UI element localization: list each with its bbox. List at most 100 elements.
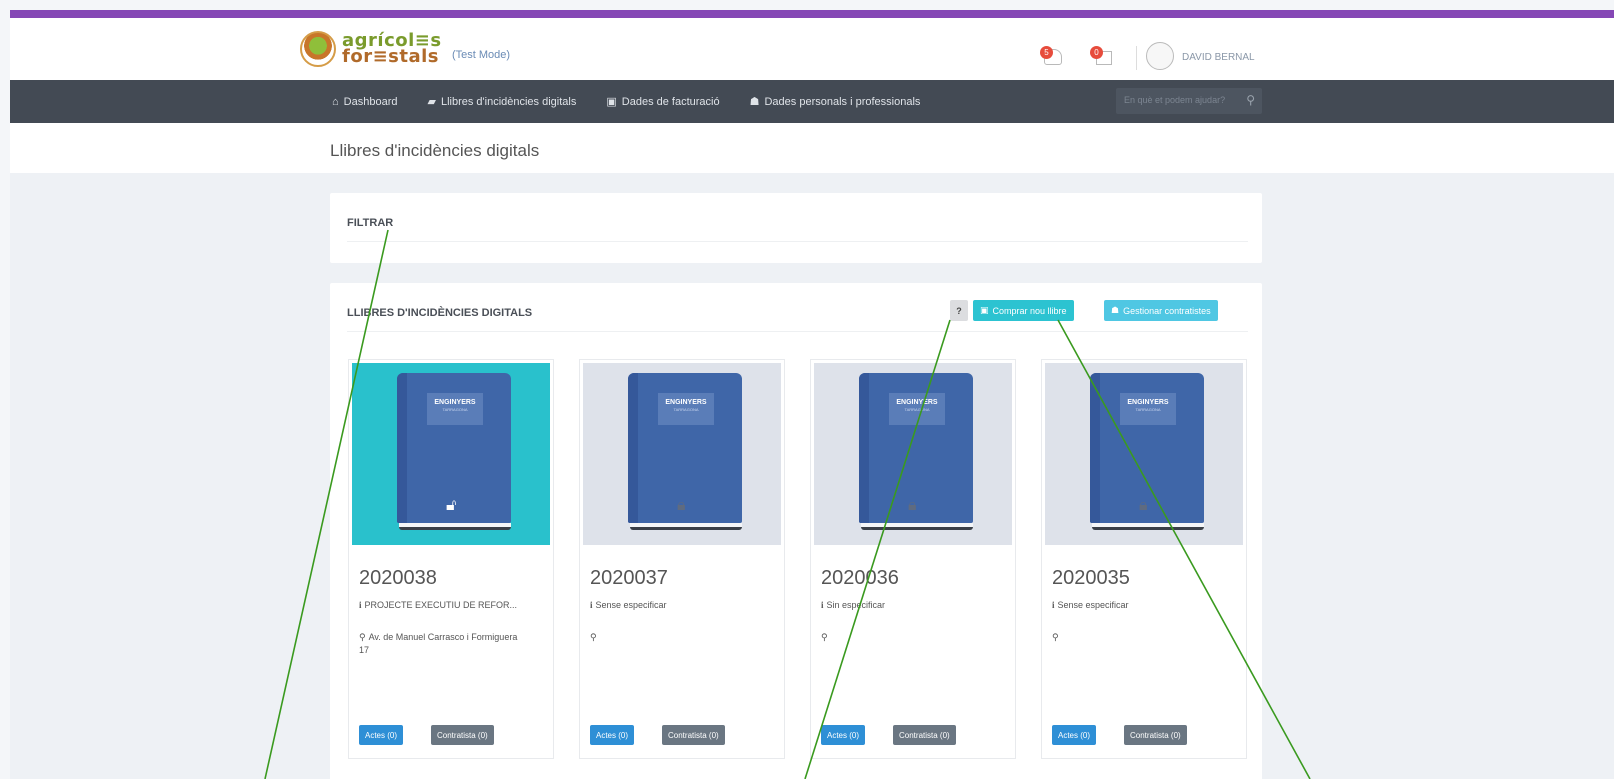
book-card[interactable]: ENGINYERS TARRAGONA 🔓︎ 2020038 i PROJECTE …: [348, 359, 554, 759]
book-description-text: Sin especificar: [826, 600, 886, 610]
book-description: i Sense especificar: [1052, 600, 1129, 610]
actes-button[interactable]: Actes (0): [821, 725, 866, 745]
book-card[interactable]: ENGINYERS TARRAGONA 🔒︎ 2020036 i Sin espec…: [810, 359, 1016, 759]
buy-new-book-button[interactable]: ▣ Comprar nou llibre: [973, 300, 1074, 321]
book-description-text: PROJECTE EXECUTIU DE REFOR...: [364, 600, 518, 610]
book-address-text: Av. de Manuel Carrasco i Formiguera 17: [359, 632, 518, 655]
cover-brand: ENGINYERS: [434, 399, 476, 406]
book-cover[interactable]: ENGINYERS TARRAGONA 🔒︎: [583, 363, 781, 545]
book-address: ⚲: [590, 631, 750, 644]
cover-brand: ENGINYERS: [896, 399, 938, 406]
book-card[interactable]: ENGINYERS TARRAGONA 🔒︎ 2020037 i Sense esp…: [579, 359, 785, 759]
tree-logo-icon: [300, 31, 336, 67]
books-panel: LLIBRES D'INCIDÈNCIES DIGITALS ? ▣ Compr…: [330, 283, 1262, 779]
top-header: agrícol≡s for≡stals (Test Mode) 5 0 DAVI…: [10, 18, 1614, 80]
money-icon: ▣: [606, 96, 617, 108]
lock-icon: 🔒︎: [677, 497, 686, 514]
app-window: agrícol≡s for≡stals (Test Mode) 5 0 DAVI…: [10, 10, 1614, 779]
nav-label: Dades de facturació: [621, 95, 720, 108]
divider: [347, 331, 1248, 332]
cover-sub: TARRAGONA: [1135, 407, 1161, 412]
book-cover[interactable]: ENGINYERS TARRAGONA 🔓︎: [352, 363, 550, 545]
book-description-text: Sense especificar: [1057, 600, 1129, 610]
map-pin-icon: ⚲: [359, 632, 366, 642]
help-search-input[interactable]: En què et podem ajudar? ⚲: [1116, 88, 1262, 114]
calendar-button[interactable]: 0: [1090, 46, 1114, 66]
header-divider: [1136, 46, 1137, 70]
book-description-text: Sense especificar: [595, 600, 667, 610]
home-icon: ⌂: [332, 95, 339, 108]
book-icon: ▰: [427, 96, 436, 108]
filter-panel-title[interactable]: FILTRAR: [347, 217, 393, 229]
book-address: ⚲: [1052, 631, 1212, 644]
actes-button[interactable]: Actes (0): [590, 725, 635, 745]
cover-sub: TARRAGONA: [442, 407, 468, 412]
top-accent-bar: [10, 10, 1614, 18]
actes-button[interactable]: Actes (0): [1052, 725, 1097, 745]
contratista-button[interactable]: Contratista (0): [662, 725, 725, 745]
map-pin-icon: ⚲: [590, 632, 597, 642]
book-number: 2020038: [359, 567, 437, 589]
cover-brand: ENGINYERS: [665, 399, 707, 406]
info-icon: i: [359, 600, 362, 610]
book-description: i PROJECTE EXECUTIU DE REFOR...: [359, 600, 517, 610]
filter-panel: FILTRAR: [330, 193, 1262, 263]
logo-wordmark: agrícol≡s for≡stals: [342, 30, 442, 67]
brand-logo[interactable]: agrícol≡s for≡stals: [300, 31, 442, 67]
user-name[interactable]: DAVID BERNAL: [1182, 52, 1255, 63]
nav-item-billing[interactable]: ▣ Dades de facturació: [606, 95, 720, 109]
info-icon: i: [1052, 600, 1055, 610]
actes-button[interactable]: Actes (0): [359, 725, 404, 745]
test-mode-label: (Test Mode): [452, 49, 511, 61]
nav-label: Llibres d'incidències digitals: [440, 95, 577, 108]
cover-sub: TARRAGONA: [904, 407, 930, 412]
manage-contractors-label: Gestionar contratistes: [1123, 305, 1211, 316]
book-number: 2020037: [590, 567, 668, 589]
book-address: ⚲: [821, 631, 981, 644]
book-cover[interactable]: ENGINYERS TARRAGONA 🔒︎: [814, 363, 1012, 545]
book-card[interactable]: ENGINYERS TARRAGONA 🔒︎ 2020035 i Sense esp…: [1041, 359, 1247, 759]
contratista-button[interactable]: Contratista (0): [431, 725, 494, 745]
book-address: ⚲ Av. de Manuel Carrasco i Formiguera 17: [359, 631, 519, 657]
unlock-icon: 🔓︎: [446, 497, 457, 514]
info-icon: i: [821, 600, 824, 610]
cover-sub: TARRAGONA: [673, 407, 699, 412]
book-icon: ENGINYERS TARRAGONA 🔒︎: [859, 373, 973, 533]
main-navbar: ⌂ Dashboard ▰ Llibres d'incidències digi…: [10, 80, 1614, 123]
buy-new-book-label: Comprar nou llibre: [992, 305, 1067, 316]
manage-contractors-button[interactable]: ☗ Gestionar contratistes: [1104, 300, 1218, 321]
book-icon: ENGINYERS TARRAGONA 🔒︎: [1090, 373, 1204, 533]
book-description: i Sense especificar: [590, 600, 667, 610]
nav-item-dashboard[interactable]: ⌂ Dashboard: [332, 96, 397, 108]
lock-icon: 🔒︎: [908, 497, 917, 514]
nav-item-books[interactable]: ▰ Llibres d'incidències digitals: [427, 95, 577, 109]
book-cover[interactable]: ENGINYERS TARRAGONA 🔒︎: [1045, 363, 1243, 545]
books-panel-title: LLIBRES D'INCIDÈNCIES DIGITALS: [347, 307, 533, 319]
help-button[interactable]: ?: [950, 300, 968, 321]
book-number: 2020035: [1052, 567, 1130, 589]
info-icon: i: [590, 600, 593, 610]
page-subheader: [10, 123, 1614, 173]
map-pin-icon: ⚲: [1052, 632, 1059, 642]
page-title: Llibres d'incidències digitals: [330, 141, 540, 160]
contratista-button[interactable]: Contratista (0): [1124, 725, 1187, 745]
notifications-button[interactable]: 5: [1040, 46, 1064, 66]
nav-item-personal-data[interactable]: ☗ Dades personals i professionals: [749, 95, 921, 109]
book-icon: ENGINYERS TARRAGONA 🔒︎: [628, 373, 742, 533]
users-icon: ☗: [1111, 305, 1120, 315]
contratista-button[interactable]: Contratista (0): [893, 725, 956, 745]
user-avatar[interactable]: [1146, 42, 1174, 70]
lock-icon: 🔒︎: [1139, 497, 1148, 514]
search-placeholder: En què et podem ajudar?: [1124, 95, 1226, 105]
search-icon: ⚲: [1246, 93, 1255, 107]
book-number: 2020036: [821, 567, 899, 589]
notification-badge: 5: [1040, 46, 1053, 59]
calendar-badge: 0: [1090, 46, 1103, 59]
nav-label: Dades personals i professionals: [764, 95, 921, 108]
money-icon: ▣: [980, 305, 989, 315]
cover-brand: ENGINYERS: [1127, 399, 1169, 406]
users-icon: ☗: [749, 96, 760, 108]
book-icon: ENGINYERS TARRAGONA 🔓︎: [397, 373, 511, 533]
divider: [347, 241, 1248, 242]
nav-label: Dashboard: [343, 95, 398, 108]
